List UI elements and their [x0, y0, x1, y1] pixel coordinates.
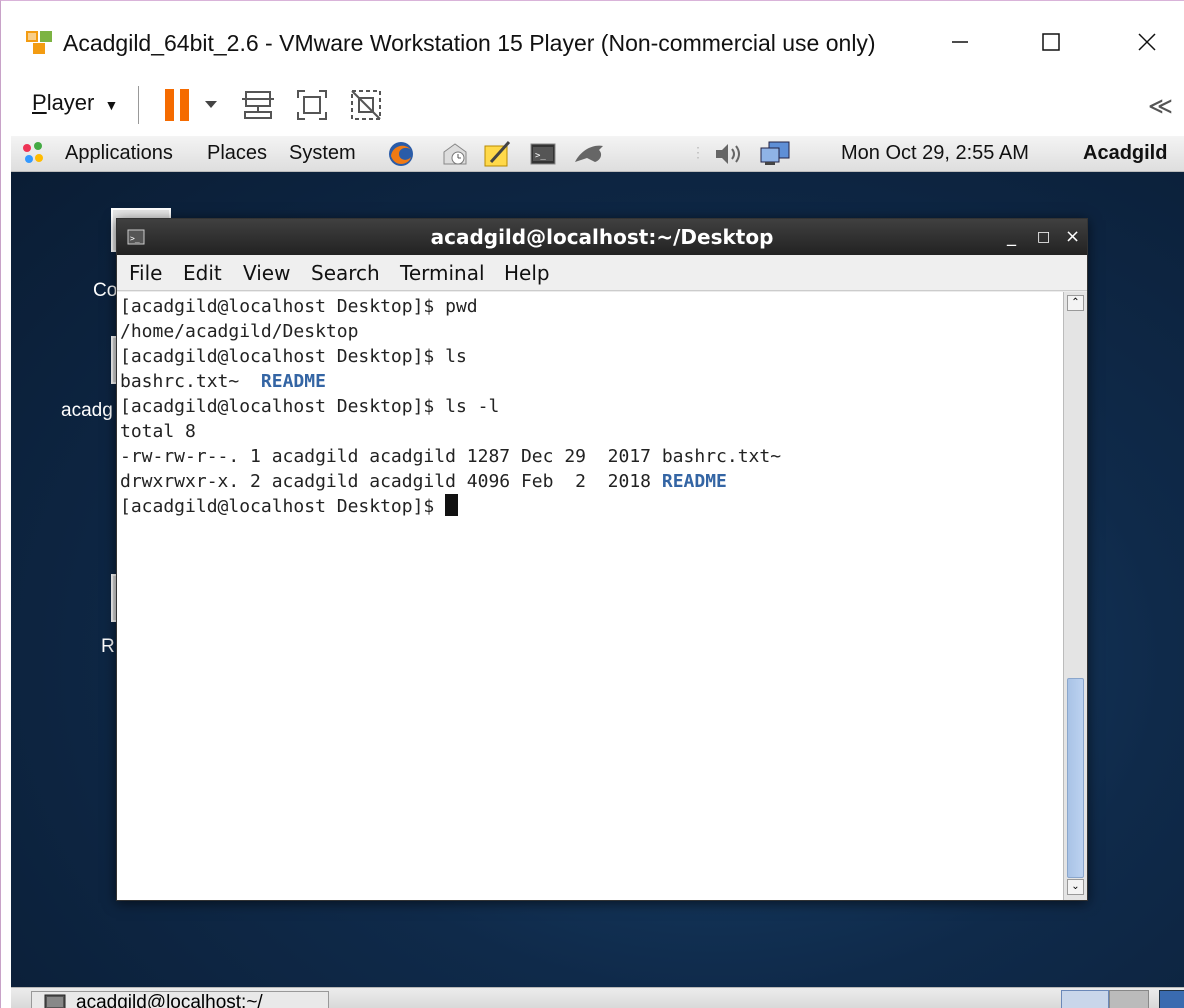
terminal-menubar: File Edit View Search Terminal Help	[117, 255, 1087, 291]
text-editor-icon[interactable]	[483, 140, 511, 168]
gnome-foot-icon	[19, 140, 47, 168]
scroll-up-button[interactable]: ⌃	[1067, 295, 1084, 311]
terminal-launcher-icon[interactable]: >_	[529, 140, 557, 168]
terminal-task-icon	[44, 994, 66, 1008]
terminal-prompt-line: [acadgild@localhost Desktop]$	[120, 494, 459, 519]
terminal-output[interactable]: [acadgild@localhost Desktop]$ pwd /home/…	[117, 292, 1063, 900]
system-menu[interactable]: System	[289, 142, 356, 165]
terminal-line: /home/acadgild/Desktop	[120, 321, 359, 342]
volume-icon[interactable]	[713, 140, 741, 168]
scroll-down-button[interactable]: ⌄	[1067, 879, 1084, 895]
scrollbar-thumb[interactable]	[1067, 678, 1084, 878]
firefox-icon[interactable]	[387, 140, 415, 168]
terminal-line: [acadgild@localhost Desktop]$ pwd	[120, 296, 478, 317]
user-menu[interactable]: Acadgild	[1083, 142, 1167, 165]
player-menu-mnemonic: P	[32, 90, 47, 115]
pause-icon[interactable]	[159, 87, 195, 123]
svg-text:>_: >_	[535, 151, 546, 161]
player-menu[interactable]: Player ▼	[32, 90, 118, 116]
terminal-window[interactable]: >_ acadgild@localhost:~/Desktop _ □ × Fi…	[116, 218, 1088, 901]
window-title: Acadgild_64bit_2.6 - VMware Workstation …	[63, 30, 876, 56]
terminal-close-button[interactable]: ×	[1065, 226, 1080, 247]
dolphin-icon[interactable]	[573, 140, 603, 168]
menu-terminal[interactable]: Terminal	[400, 261, 485, 285]
workspace-2[interactable]	[1109, 990, 1149, 1008]
terminal-line-text: bashrc.txt~	[120, 371, 261, 392]
terminal-line-text: drwxrwxr-x. 2 acadgild acadgild 4096 Feb…	[120, 471, 662, 492]
workspace-1[interactable]	[1061, 990, 1109, 1008]
terminal-title: acadgild@localhost:~/Desktop	[430, 225, 774, 249]
collapse-toolbar-button[interactable]: ≪	[1148, 92, 1173, 121]
host-titlebar[interactable]: Acadgild_64bit_2.6 - VMware Workstation …	[2, 10, 1184, 74]
player-menu-label: layer	[46, 90, 95, 115]
desktop-label-readme: R	[101, 636, 115, 657]
toolbar-separator	[138, 86, 139, 124]
close-button[interactable]	[1124, 24, 1170, 60]
taskbar-item-label: acadgild@localhost:~/	[76, 992, 263, 1008]
minimize-button[interactable]	[937, 24, 983, 60]
gnome-top-panel: Applications Places System >_ ⋮ Mon Oct …	[11, 136, 1184, 172]
trash-icon[interactable]	[1159, 990, 1184, 1008]
directory-name: README	[661, 471, 727, 492]
menu-search[interactable]: Search	[311, 261, 380, 285]
terminal-line: bashrc.txt~ README	[120, 369, 326, 394]
vmware-window: Acadgild_64bit_2.6 - VMware Workstation …	[0, 0, 1184, 1008]
fullscreen-icon[interactable]	[292, 87, 332, 123]
network-icon[interactable]	[759, 140, 793, 168]
panel-separator: ⋮	[691, 144, 705, 160]
directory-name: README	[260, 371, 326, 392]
taskbar-terminal-item[interactable]: acadgild@localhost:~/	[31, 991, 329, 1008]
desktop-label-home: acadg	[61, 400, 113, 421]
chevron-down-icon: ▼	[104, 97, 119, 113]
gnome-bottom-panel: acadgild@localhost:~/	[11, 987, 1184, 1008]
terminal-prompt: [acadgild@localhost Desktop]$	[120, 496, 446, 517]
terminal-line: total 8	[120, 421, 196, 442]
guest-desktop[interactable]: Applications Places System >_ ⋮ Mon Oct …	[11, 136, 1184, 1008]
menu-help[interactable]: Help	[504, 261, 550, 285]
menu-edit[interactable]: Edit	[183, 261, 222, 285]
terminal-line: drwxrwxr-x. 2 acadgild acadgild 4096 Feb…	[120, 469, 727, 494]
terminal-maximize-button[interactable]: □	[1037, 229, 1050, 245]
applications-menu[interactable]: Applications	[65, 142, 173, 165]
text-cursor	[445, 494, 459, 516]
send-ctrl-alt-del-icon[interactable]	[238, 87, 278, 123]
menu-file[interactable]: File	[129, 261, 162, 285]
player-toolbar: Player ▼ ≪	[2, 74, 1184, 136]
desktop-label-computer: Co	[93, 280, 118, 301]
terminal-minimize-button[interactable]: _	[1007, 226, 1016, 247]
menu-view[interactable]: View	[243, 261, 290, 285]
terminal-scrollbar[interactable]: ⌃ ⌄	[1063, 292, 1087, 900]
clock[interactable]: Mon Oct 29, 2:55 AM	[841, 142, 1029, 165]
maximize-button[interactable]	[1028, 24, 1074, 60]
terminal-line: [acadgild@localhost Desktop]$ ls	[120, 346, 467, 367]
terminal-titlebar[interactable]: >_ acadgild@localhost:~/Desktop _ □ ×	[117, 219, 1087, 255]
terminal-line: [acadgild@localhost Desktop]$ ls -l	[120, 396, 500, 417]
terminal-line: -rw-rw-r--. 1 acadgild acadgild 1287 Dec…	[120, 446, 782, 467]
vmware-app-icon	[25, 30, 55, 56]
pause-dropdown-icon[interactable]	[200, 87, 222, 123]
email-client-icon[interactable]	[441, 140, 469, 168]
places-menu[interactable]: Places	[207, 142, 267, 165]
unity-mode-icon[interactable]	[346, 87, 386, 123]
